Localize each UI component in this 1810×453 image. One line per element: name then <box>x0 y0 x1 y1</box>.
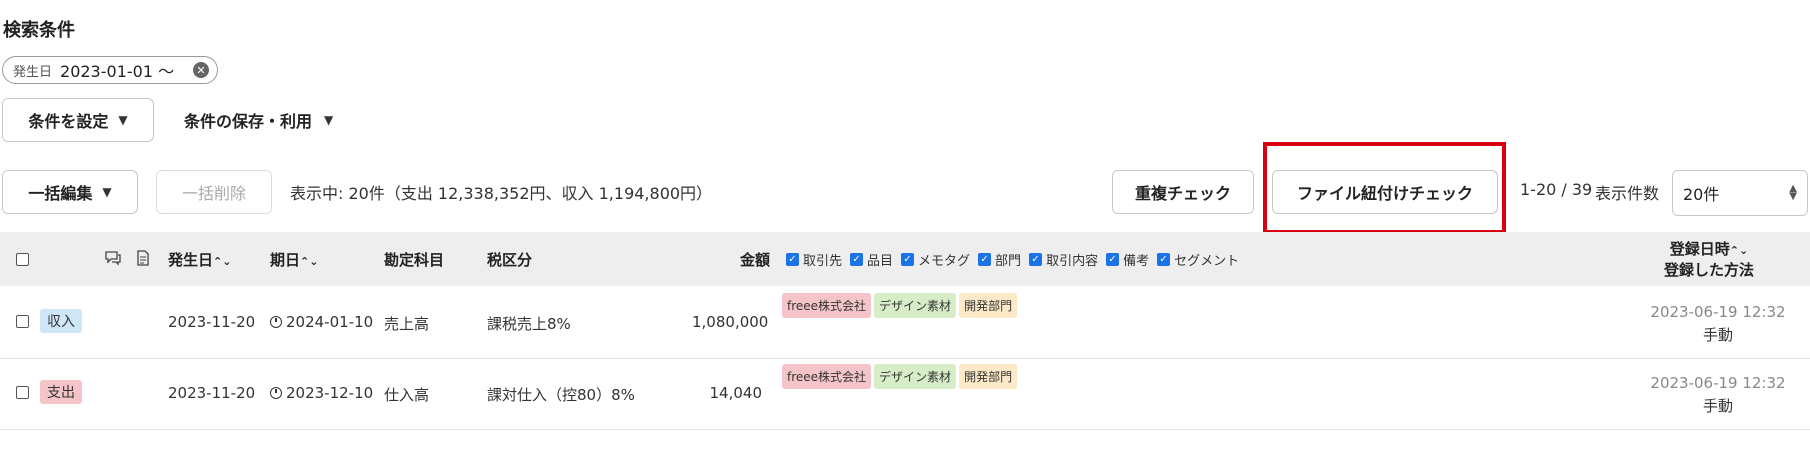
bulk-edit-label: 一括編集 <box>28 184 93 203</box>
row-checkbox[interactable] <box>16 386 29 399</box>
set-conditions-label: 条件を設定 <box>28 112 109 131</box>
row-tags: freee株式会社 デザイン素材 開発部門 <box>782 364 1020 389</box>
header-registered[interactable]: 登録日時⌃⌄ 登録した方法 <box>1664 238 1754 280</box>
highlight-box <box>1263 142 1506 234</box>
item-tag: デザイン素材 <box>874 364 957 389</box>
partner-tag: freee株式会社 <box>782 364 872 389</box>
row-method: 手動 <box>1702 397 1733 415</box>
row-date: 2023-11-20 <box>168 313 256 331</box>
check-icon: ✓ <box>850 253 864 266</box>
column-toggle[interactable]: ✓ 取引先 <box>786 250 842 269</box>
check-icon: ✓ <box>978 253 992 266</box>
comment-icon <box>104 250 122 266</box>
type-badge: 支出 <box>40 380 82 404</box>
search-conditions-title: 検索条件 <box>3 20 75 41</box>
clear-icon[interactable]: ✕ <box>193 62 209 78</box>
sort-arrows-icon: ⌃⌄ <box>300 255 319 268</box>
filter-chip-label: 発生日 <box>13 64 53 80</box>
row-divider <box>0 429 1810 430</box>
row-amount: 1,080,000 <box>692 313 769 331</box>
header-due[interactable]: 期日⌃⌄ <box>270 249 318 270</box>
bulk-delete-button[interactable]: 一括削除 <box>156 170 272 214</box>
header-method-label: 登録した方法 <box>1664 261 1755 279</box>
row-amount: 14,040 <box>709 384 763 402</box>
row-due: 2024-01-10 <box>286 313 374 331</box>
row-registered-at: 2023-06-19 12:32 <box>1650 303 1786 321</box>
column-toggle-label: 部門 <box>995 254 1022 269</box>
filter-chip-date[interactable]: 発生日 2023-01-01 〜 ✕ <box>2 56 218 84</box>
row-tags: freee株式会社 デザイン素材 開発部門 <box>782 293 1020 318</box>
header-amount: 金額 <box>740 251 771 269</box>
header-registered-label: 登録日時 <box>1669 240 1730 258</box>
save-conditions-label: 条件の保存・利用 <box>184 112 313 131</box>
clock-icon <box>270 316 282 328</box>
row-date: 2023-11-20 <box>168 384 256 402</box>
row-tax: 課税売上8% <box>487 315 571 333</box>
per-page-select[interactable]: 20件 ▲ ▼ <box>1672 170 1808 216</box>
column-toggle[interactable]: ✓ メモタグ <box>901 250 970 269</box>
per-page-value: 20件 <box>1683 185 1720 204</box>
row-tax: 課対仕入（控80）8% <box>487 386 635 404</box>
row-checkbox[interactable] <box>16 315 29 328</box>
clock-icon <box>270 387 282 399</box>
row-account: 仕入高 <box>384 386 430 404</box>
bulk-delete-label: 一括削除 <box>181 184 246 203</box>
pagination-range: 1-20 / 39 <box>1520 180 1593 199</box>
duplicate-check-button[interactable]: 重複チェック <box>1112 170 1254 214</box>
column-toggle[interactable]: ✓ 品目 <box>850 250 893 269</box>
row-method: 手動 <box>1702 326 1733 344</box>
sort-arrows-icon: ⌃⌄ <box>1729 244 1749 257</box>
row-due: 2023-12-10 <box>286 384 374 402</box>
check-icon: ✓ <box>901 253 915 266</box>
filter-chip-value: 2023-01-01 〜 <box>60 62 175 81</box>
sort-arrows-icon: ⌃⌄ <box>213 255 232 268</box>
column-toggle[interactable]: ✓ 部門 <box>978 250 1021 269</box>
save-conditions-button[interactable]: 条件の保存・利用 ▼ <box>184 108 333 132</box>
chevron-down-icon: ▼ <box>118 113 128 127</box>
check-icon: ✓ <box>1106 253 1120 266</box>
row-account: 売上高 <box>384 315 430 333</box>
summary-text: 表示中: 20件（支出 12,338,352円、収入 1,194,800円） <box>290 184 713 203</box>
check-icon: ✓ <box>1029 253 1043 266</box>
header-date-label: 発生日 <box>168 251 214 269</box>
dept-tag: 開発部門 <box>959 364 1018 389</box>
column-toggle-label: 取引先 <box>803 254 843 269</box>
header-due-label: 期日 <box>270 251 301 269</box>
header-tax: 税区分 <box>487 251 533 269</box>
partner-tag: freee株式会社 <box>782 293 872 318</box>
item-tag: デザイン素材 <box>874 293 957 318</box>
row-registered-at: 2023-06-19 12:32 <box>1650 374 1786 392</box>
header-account: 勘定科目 <box>384 251 445 269</box>
chevron-down-icon: ▼ <box>102 185 112 199</box>
column-toggle-label: 備考 <box>1123 254 1150 269</box>
column-toggle-group: ✓ 取引先 ✓ 品目 ✓ メモタグ ✓ 部門 ✓ 取引内容 ✓ 備考 ✓ セグメント <box>786 250 1247 269</box>
column-toggle-label: メモタグ <box>918 254 971 269</box>
bulk-edit-button[interactable]: 一括編集 ▼ <box>2 170 138 214</box>
type-badge: 収入 <box>40 309 82 333</box>
duplicate-check-label: 重複チェック <box>1134 184 1231 203</box>
check-icon: ✓ <box>1157 253 1171 266</box>
dept-tag: 開発部門 <box>959 293 1018 318</box>
check-icon: ✓ <box>786 253 799 266</box>
column-toggle-label: セグメント <box>1174 254 1240 269</box>
set-conditions-button[interactable]: 条件を設定 ▼ <box>2 98 154 142</box>
chevron-down-icon: ▼ <box>324 113 334 127</box>
column-toggle[interactable]: ✓ 取引内容 <box>1029 250 1098 269</box>
column-toggle-label: 取引内容 <box>1046 254 1099 269</box>
header-date[interactable]: 発生日⌃⌄ <box>168 249 231 270</box>
select-all-checkbox[interactable] <box>16 253 29 266</box>
column-toggle-label: 品目 <box>867 254 894 269</box>
column-toggle[interactable]: ✓ セグメント <box>1157 250 1239 269</box>
per-page-label: 表示件数 <box>1595 184 1660 203</box>
select-arrows-icon: ▲ ▼ <box>1789 183 1797 202</box>
document-icon <box>136 250 150 266</box>
column-toggle[interactable]: ✓ 備考 <box>1106 250 1149 269</box>
